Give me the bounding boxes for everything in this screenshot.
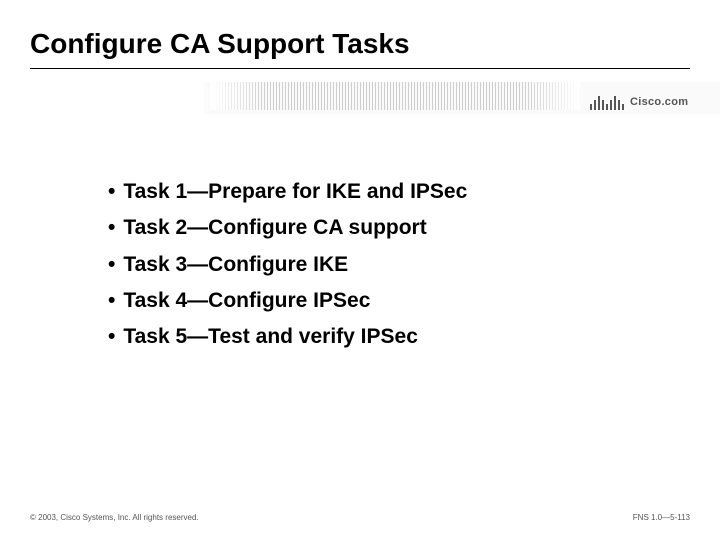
cisco-logo-text: Cisco.com — [630, 96, 688, 110]
bullet-text: Task 3—Configure IKE — [123, 251, 348, 279]
list-item: • Task 2—Configure CA support — [108, 214, 467, 242]
slide-number: FNS 1.0—5-113 — [633, 513, 690, 522]
cisco-logo: Cisco.com — [590, 82, 690, 110]
title-underline — [30, 68, 690, 69]
bullet-icon: • — [108, 323, 115, 351]
bullet-icon: • — [108, 251, 115, 279]
bullet-text: Task 4—Configure IPSec — [123, 287, 370, 315]
bullet-list: • Task 1—Prepare for IKE and IPSec • Tas… — [108, 178, 467, 360]
bullet-text: Task 2—Configure CA support — [123, 214, 426, 242]
list-item: • Task 4—Configure IPSec — [108, 287, 467, 315]
list-item: • Task 5—Test and verify IPSec — [108, 323, 467, 351]
slide-title: Configure CA Support Tasks — [30, 28, 410, 60]
copyright-text: © 2003, Cisco Systems, Inc. All rights r… — [30, 513, 199, 522]
barcode-fade — [210, 82, 580, 110]
cisco-bars-icon — [590, 94, 624, 110]
list-item: • Task 3—Configure IKE — [108, 251, 467, 279]
bullet-icon: • — [108, 214, 115, 242]
bullet-text: Task 5—Test and verify IPSec — [123, 323, 418, 351]
list-item: • Task 1—Prepare for IKE and IPSec — [108, 178, 467, 206]
bullet-icon: • — [108, 178, 115, 206]
bullet-text: Task 1—Prepare for IKE and IPSec — [123, 178, 467, 206]
bullet-icon: • — [108, 287, 115, 315]
